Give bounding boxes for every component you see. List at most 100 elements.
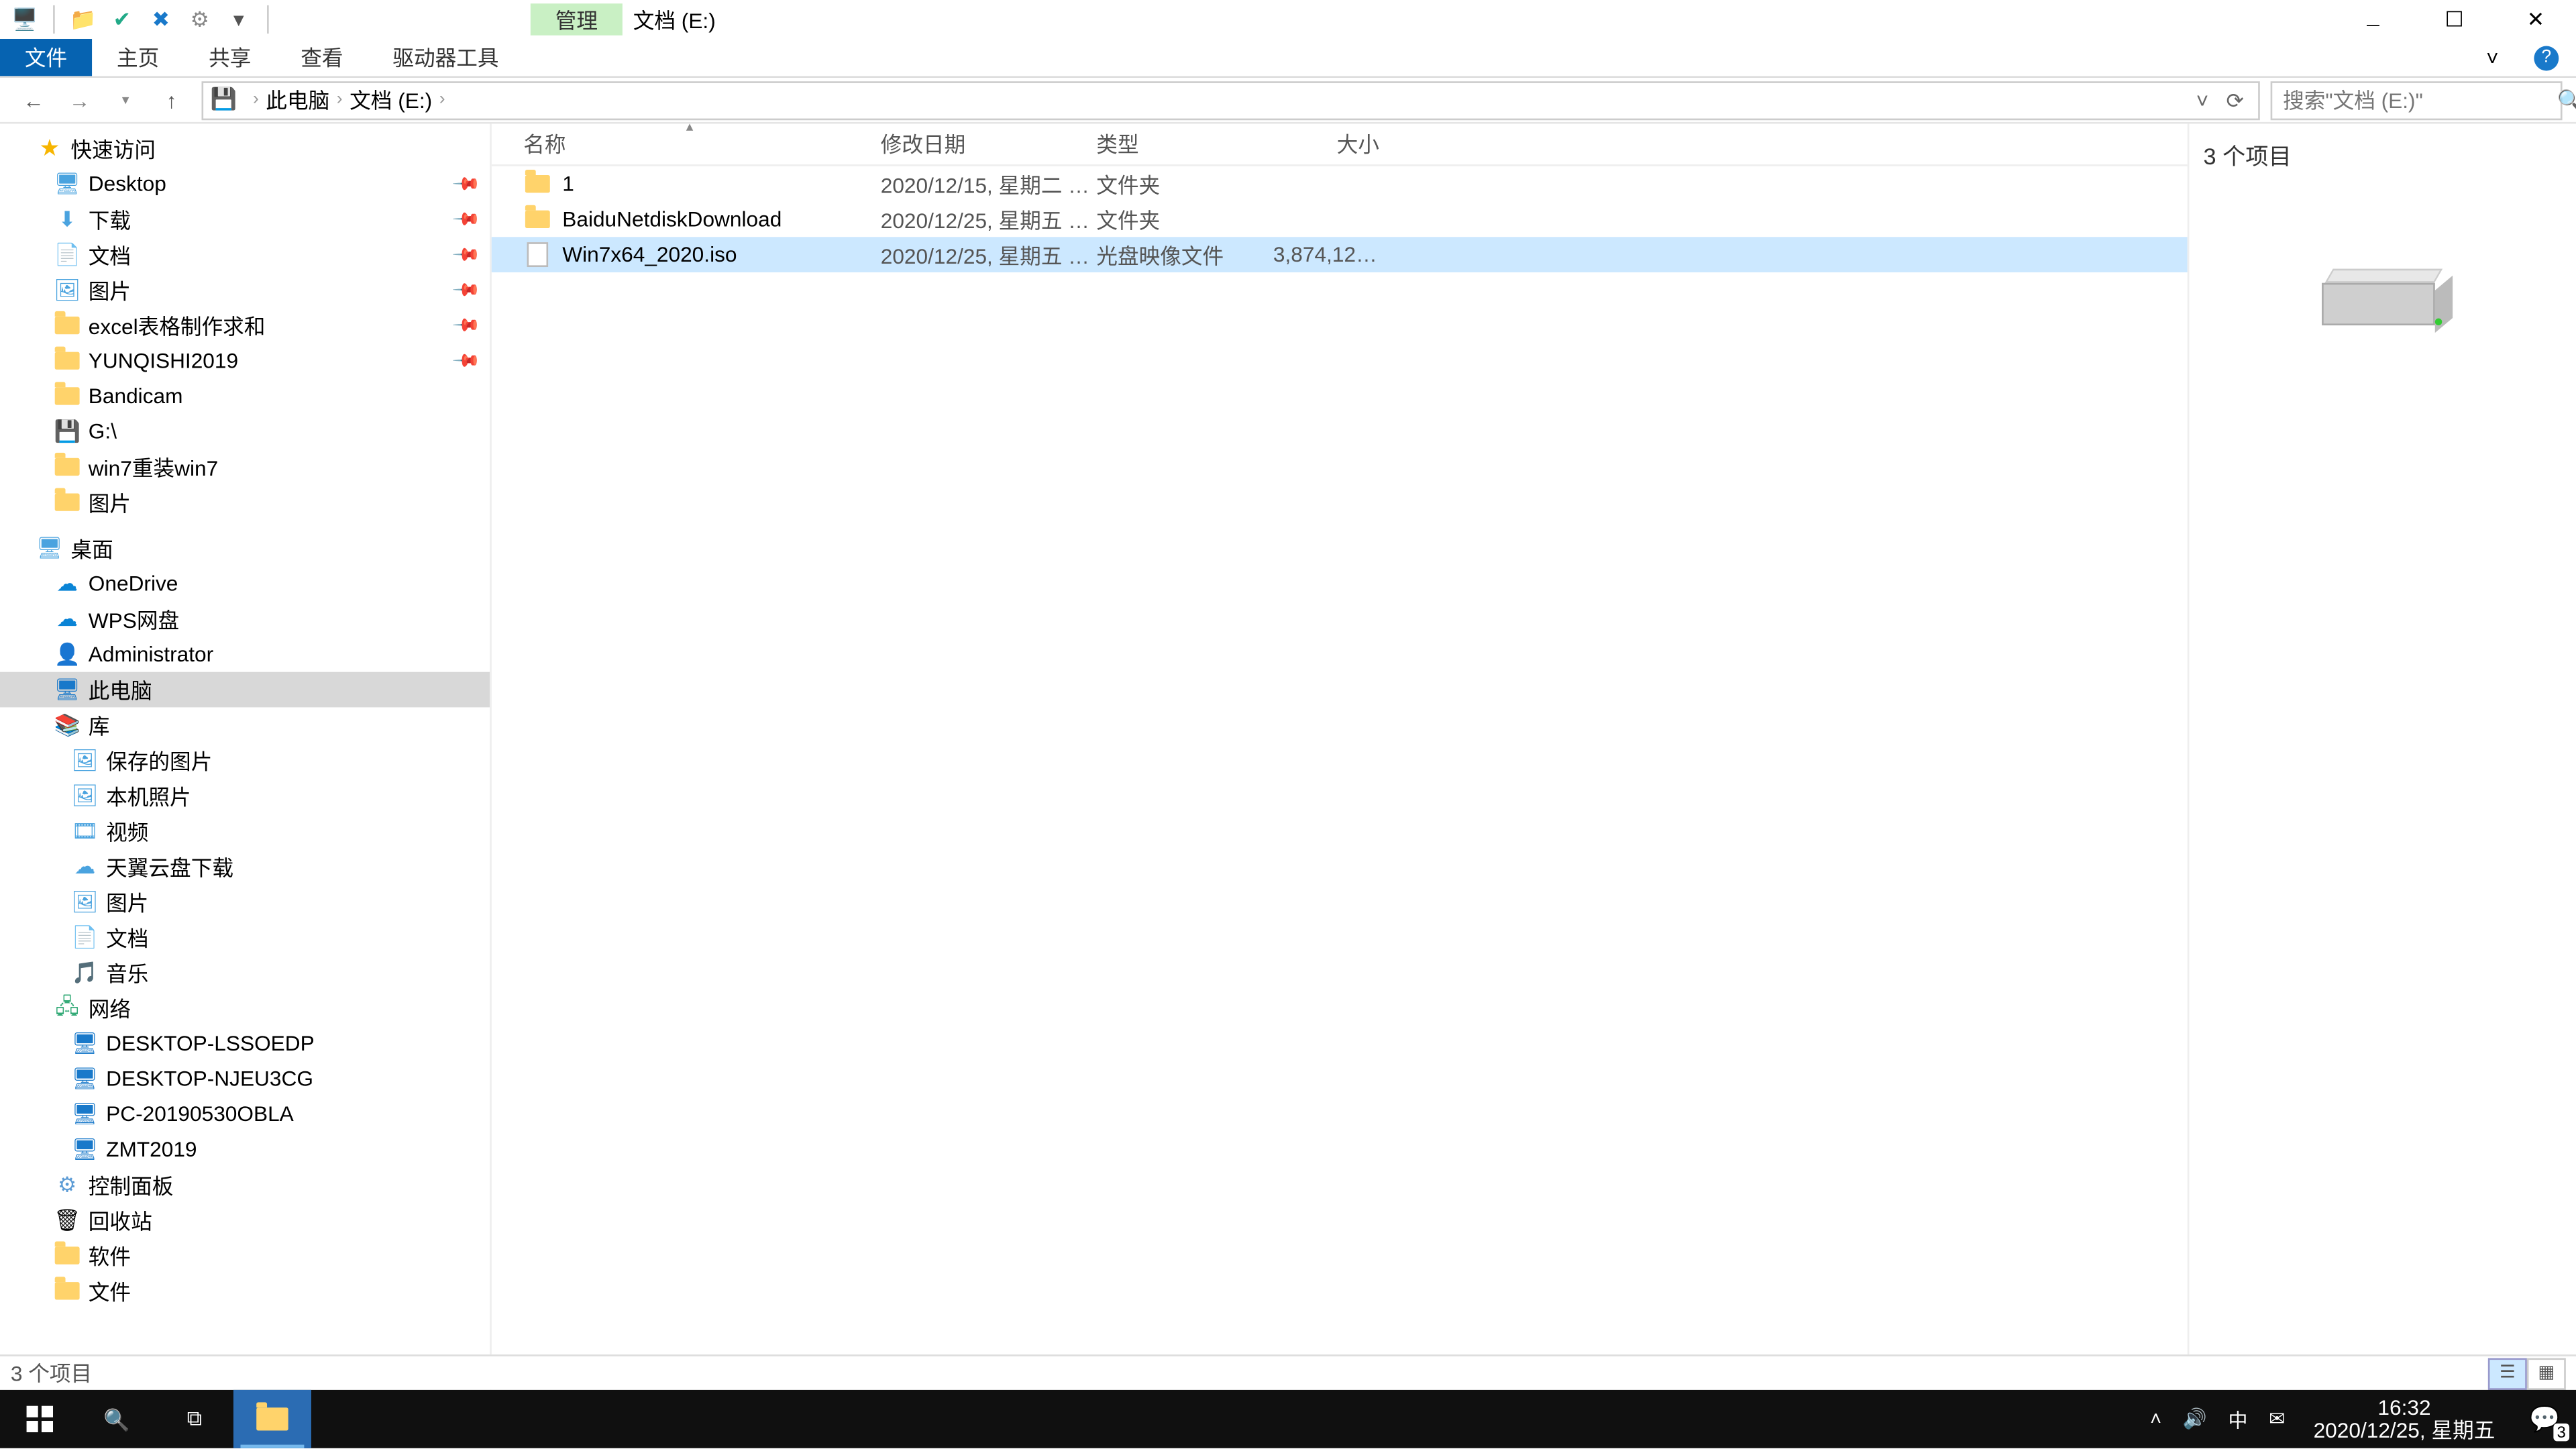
file-list-pane: ▴名称 修改日期 类型 大小 12020/12/15, 星期二 1...文件夹B…	[492, 124, 2188, 1397]
nav-quick-item[interactable]: win7重装win7	[0, 449, 490, 485]
tray-chevron-up-icon[interactable]: ˄	[2139, 1409, 2172, 1430]
tray-volume-icon[interactable]: 🔊	[2172, 1407, 2218, 1430]
nav-lib-item[interactable]: 🖼图片	[0, 884, 490, 920]
nav-user[interactable]: 👤Administrator	[0, 637, 490, 672]
nav-quick-item[interactable]: excel表格制作求和📌	[0, 308, 490, 343]
nav-lib-item[interactable]: 🎵音乐	[0, 955, 490, 990]
nav-libraries[interactable]: 📚库	[0, 707, 490, 743]
tab-file[interactable]: 文件	[0, 39, 92, 76]
file-row[interactable]: BaiduNetdiskDownload2020/12/25, 星期五 1...…	[492, 202, 2188, 237]
library-icon: 📚	[53, 711, 81, 739]
nav-desktop[interactable]: 🖥桌面	[0, 531, 490, 566]
nav-this-pc[interactable]: 🖥此电脑	[0, 672, 490, 708]
address-dropdown-icon[interactable]: ˅	[2189, 87, 2216, 112]
search-box[interactable]: 🔍	[2271, 80, 2563, 119]
nav-wps[interactable]: ☁WPS网盘	[0, 601, 490, 637]
computer-icon: 🖥	[70, 1135, 99, 1163]
column-size[interactable]: 大小	[1273, 129, 1379, 159]
nav-quick-item[interactable]: Bandicam	[0, 378, 490, 414]
folder-icon	[523, 170, 551, 198]
nav-lib-item[interactable]: 🖼本机照片	[0, 778, 490, 814]
nav-back-button[interactable]: ←	[14, 80, 53, 119]
nav-lib-item[interactable]: 🎞视频	[0, 814, 490, 849]
nav-folder[interactable]: 文件	[0, 1273, 490, 1309]
file-name: 1	[562, 172, 574, 197]
search-input[interactable]	[2283, 87, 2557, 112]
qat-properties-icon[interactable]: 📁	[69, 5, 97, 34]
help-icon[interactable]: ?	[2516, 39, 2576, 76]
address-bar[interactable]: 💾 › 此电脑 › 文档 (E:) › ˅ ⟳	[202, 80, 2260, 119]
nav-forward-button[interactable]: →	[60, 80, 99, 119]
documents-icon: 📄	[70, 923, 99, 951]
file-size: 3,874,126...	[1273, 242, 1379, 267]
taskbar-clock[interactable]: 16:322020/12/25, 星期五	[2296, 1396, 2513, 1442]
chevron-right-icon[interactable]: ›	[246, 90, 266, 109]
column-name[interactable]: ▴名称	[492, 129, 881, 159]
nav-quick-item[interactable]: ⬇下载📌	[0, 202, 490, 237]
nav-quick-access[interactable]: ★快速访问	[0, 131, 490, 166]
app-icon[interactable]: 🖥️	[11, 5, 39, 34]
qat-new-icon[interactable]: ⚙	[186, 5, 214, 34]
nav-quick-item[interactable]: 图片	[0, 484, 490, 520]
qat-cross-icon[interactable]: ✖	[147, 5, 175, 34]
taskbar-explorer[interactable]	[233, 1390, 311, 1448]
taskbar-search-icon[interactable]: 🔍	[78, 1390, 156, 1448]
nav-quick-item[interactable]: 🖥Desktop📌	[0, 166, 490, 202]
nav-net-item[interactable]: 🖥DESKTOP-LSSOEDP	[0, 1026, 490, 1061]
nav-recycle-bin[interactable]: 🗑回收站	[0, 1202, 490, 1238]
ribbon-collapse-icon[interactable]: ˅	[2469, 39, 2516, 76]
start-button[interactable]	[0, 1390, 78, 1448]
nav-lib-item[interactable]: 📄文档	[0, 920, 490, 955]
tab-share[interactable]: 共享	[184, 39, 276, 76]
chevron-right-icon[interactable]: ›	[432, 90, 452, 109]
nav-lib-item[interactable]: ☁天翼云盘下载	[0, 849, 490, 884]
nav-recent-dropdown[interactable]: ▾	[106, 80, 145, 119]
desktop-icon: 🖥	[36, 534, 64, 562]
column-date[interactable]: 修改日期	[881, 129, 1097, 159]
tab-home[interactable]: 主页	[92, 39, 184, 76]
file-row[interactable]: Win7x64_2020.iso2020/12/25, 星期五 1...光盘映像…	[492, 237, 2188, 272]
nav-onedrive[interactable]: ☁OneDrive	[0, 566, 490, 602]
nav-network[interactable]: 🖧网络	[0, 990, 490, 1026]
pin-icon: 📌	[450, 169, 480, 199]
nav-up-button[interactable]: ↑	[152, 80, 191, 119]
column-type[interactable]: 类型	[1096, 129, 1273, 159]
file-row[interactable]: 12020/12/15, 星期二 1...文件夹	[492, 166, 2188, 202]
chevron-right-icon[interactable]: ›	[329, 90, 350, 109]
nav-net-item[interactable]: 🖥PC-20190530OBLA	[0, 1096, 490, 1132]
nav-control-panel[interactable]: ⚙控制面板	[0, 1167, 490, 1203]
folder-icon: ☁	[70, 853, 99, 881]
breadcrumb-root[interactable]: 此电脑	[266, 85, 329, 115]
nav-quick-item[interactable]: 📄文档📌	[0, 237, 490, 272]
contextual-tab-manage[interactable]: 管理	[531, 3, 623, 35]
documents-icon: 📄	[53, 240, 81, 268]
view-icons-button[interactable]: ▦	[2527, 1357, 2566, 1389]
pin-icon: 📌	[450, 205, 480, 234]
tray-ime-indicator[interactable]: 中	[2218, 1405, 2259, 1433]
close-button[interactable]: ✕	[2495, 0, 2576, 39]
nav-net-item[interactable]: 🖥DESKTOP-NJEU3CG	[0, 1061, 490, 1097]
nav-folder[interactable]: 软件	[0, 1238, 490, 1273]
view-details-button[interactable]: ☰	[2488, 1357, 2527, 1389]
search-icon[interactable]: 🔍	[2557, 87, 2576, 112]
tab-view[interactable]: 查看	[276, 39, 368, 76]
nav-quick-item[interactable]: 🖼图片📌	[0, 272, 490, 308]
nav-lib-item[interactable]: 🖼保存的图片	[0, 743, 490, 778]
action-center-button[interactable]: 💬 3	[2513, 1390, 2576, 1448]
folder-icon	[53, 453, 81, 481]
minimize-button[interactable]: ﹘	[2332, 0, 2414, 39]
qat-dropdown-icon[interactable]: ▾	[225, 5, 253, 34]
maximize-button[interactable]: ☐	[2414, 0, 2495, 39]
task-view-button[interactable]: ⧉	[156, 1390, 233, 1448]
nav-net-item[interactable]: 🖥ZMT2019	[0, 1132, 490, 1167]
tab-drive-tools[interactable]: 驱动器工具	[368, 39, 523, 76]
qat-check-icon[interactable]: ✔	[108, 5, 136, 34]
refresh-icon[interactable]: ⟳	[2219, 87, 2251, 112]
breadcrumb-current[interactable]: 文档 (E:)	[350, 85, 432, 115]
tray-app-icon[interactable]: ✉	[2258, 1407, 2296, 1430]
folder-icon	[523, 205, 551, 233]
file-date: 2020/12/25, 星期五 1...	[881, 204, 1097, 234]
file-date: 2020/12/15, 星期二 1...	[881, 169, 1097, 199]
nav-quick-item[interactable]: YUNQISHI2019📌	[0, 343, 490, 378]
nav-quick-item[interactable]: 💾G:\	[0, 414, 490, 449]
